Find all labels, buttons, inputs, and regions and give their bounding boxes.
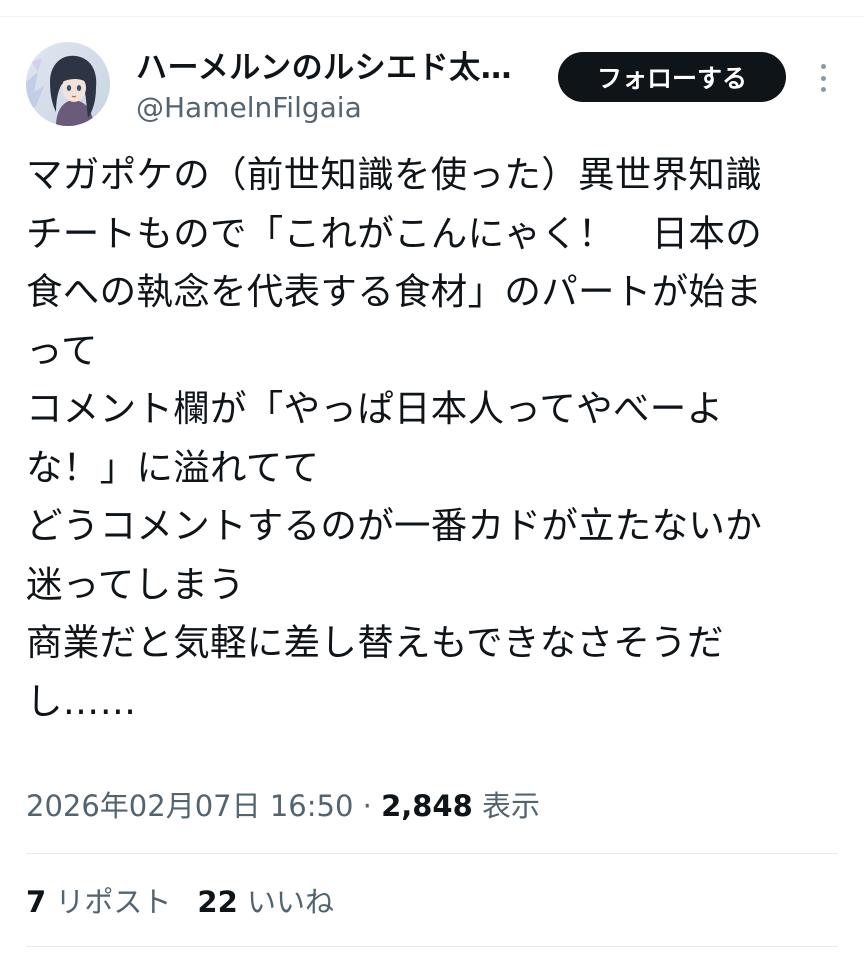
tweet-meta: 2026年02月07日 16:50 · 2,848 表示 [26, 784, 540, 828]
tweet-text-line: マガポケの（前世知識を使った）異世界知識 [26, 153, 762, 196]
top-divider [0, 16, 864, 17]
tweet-text-line: って [26, 328, 98, 372]
reposts-count: 7 [26, 885, 47, 919]
tweet-text-line: 商業だと気軽に差し替えもできなさそうだ [26, 621, 724, 664]
display-name[interactable]: ハーメルンのルシエド太… [136, 48, 546, 88]
views-label: 表示 [472, 789, 541, 823]
reposts-label: リポスト [46, 885, 172, 919]
tweet-text-line: な！」に溢れてて [26, 445, 320, 489]
views-count: 2,848 [381, 789, 473, 823]
author-names[interactable]: ハーメルンのルシエド太… @HamelnFilgaia [136, 48, 546, 126]
likes-count: 22 [197, 885, 238, 919]
engagement-stats: 7 リポスト 22 いいね [26, 880, 334, 924]
tweet-text-line: 食への執念を代表する食材」のパートが始ま [26, 270, 762, 313]
tweet-text-line: し…… [26, 679, 137, 723]
reposts-stat[interactable]: 7 リポスト [26, 880, 171, 924]
anime-girl-avatar-icon [26, 42, 110, 126]
meta-separator: · [353, 789, 382, 823]
user-handle[interactable]: @HamelnFilgaia [136, 90, 546, 126]
follow-button[interactable]: フォローする [558, 52, 786, 102]
likes-label: いいね [237, 885, 334, 919]
avatar[interactable] [26, 42, 110, 126]
timestamp[interactable]: 2026年02月07日 16:50 [26, 789, 353, 823]
divider [26, 946, 838, 947]
tweet-text-line: 迷ってしまう [26, 562, 245, 606]
tweet-text-line: どうコメントするのが一番カドが立たないか [26, 504, 762, 547]
tweet-text-line: チートもので「これがこんにゃく！ 日本の [26, 211, 762, 255]
likes-stat[interactable]: 22 いいね [197, 880, 334, 924]
tweet-text: マガポケの（前世知識を使った）異世界知識 チートもので「これがこんにゃく！ 日本… [26, 146, 838, 731]
more-vertical-icon [820, 64, 826, 92]
divider [26, 853, 838, 854]
more-button[interactable] [811, 58, 835, 98]
tweet-header: ハーメルンのルシエド太… @HamelnFilgaia フォローする [26, 42, 838, 132]
tweet-text-line: コメント欄が「やっぱ日本人ってやべーよ [26, 387, 724, 430]
